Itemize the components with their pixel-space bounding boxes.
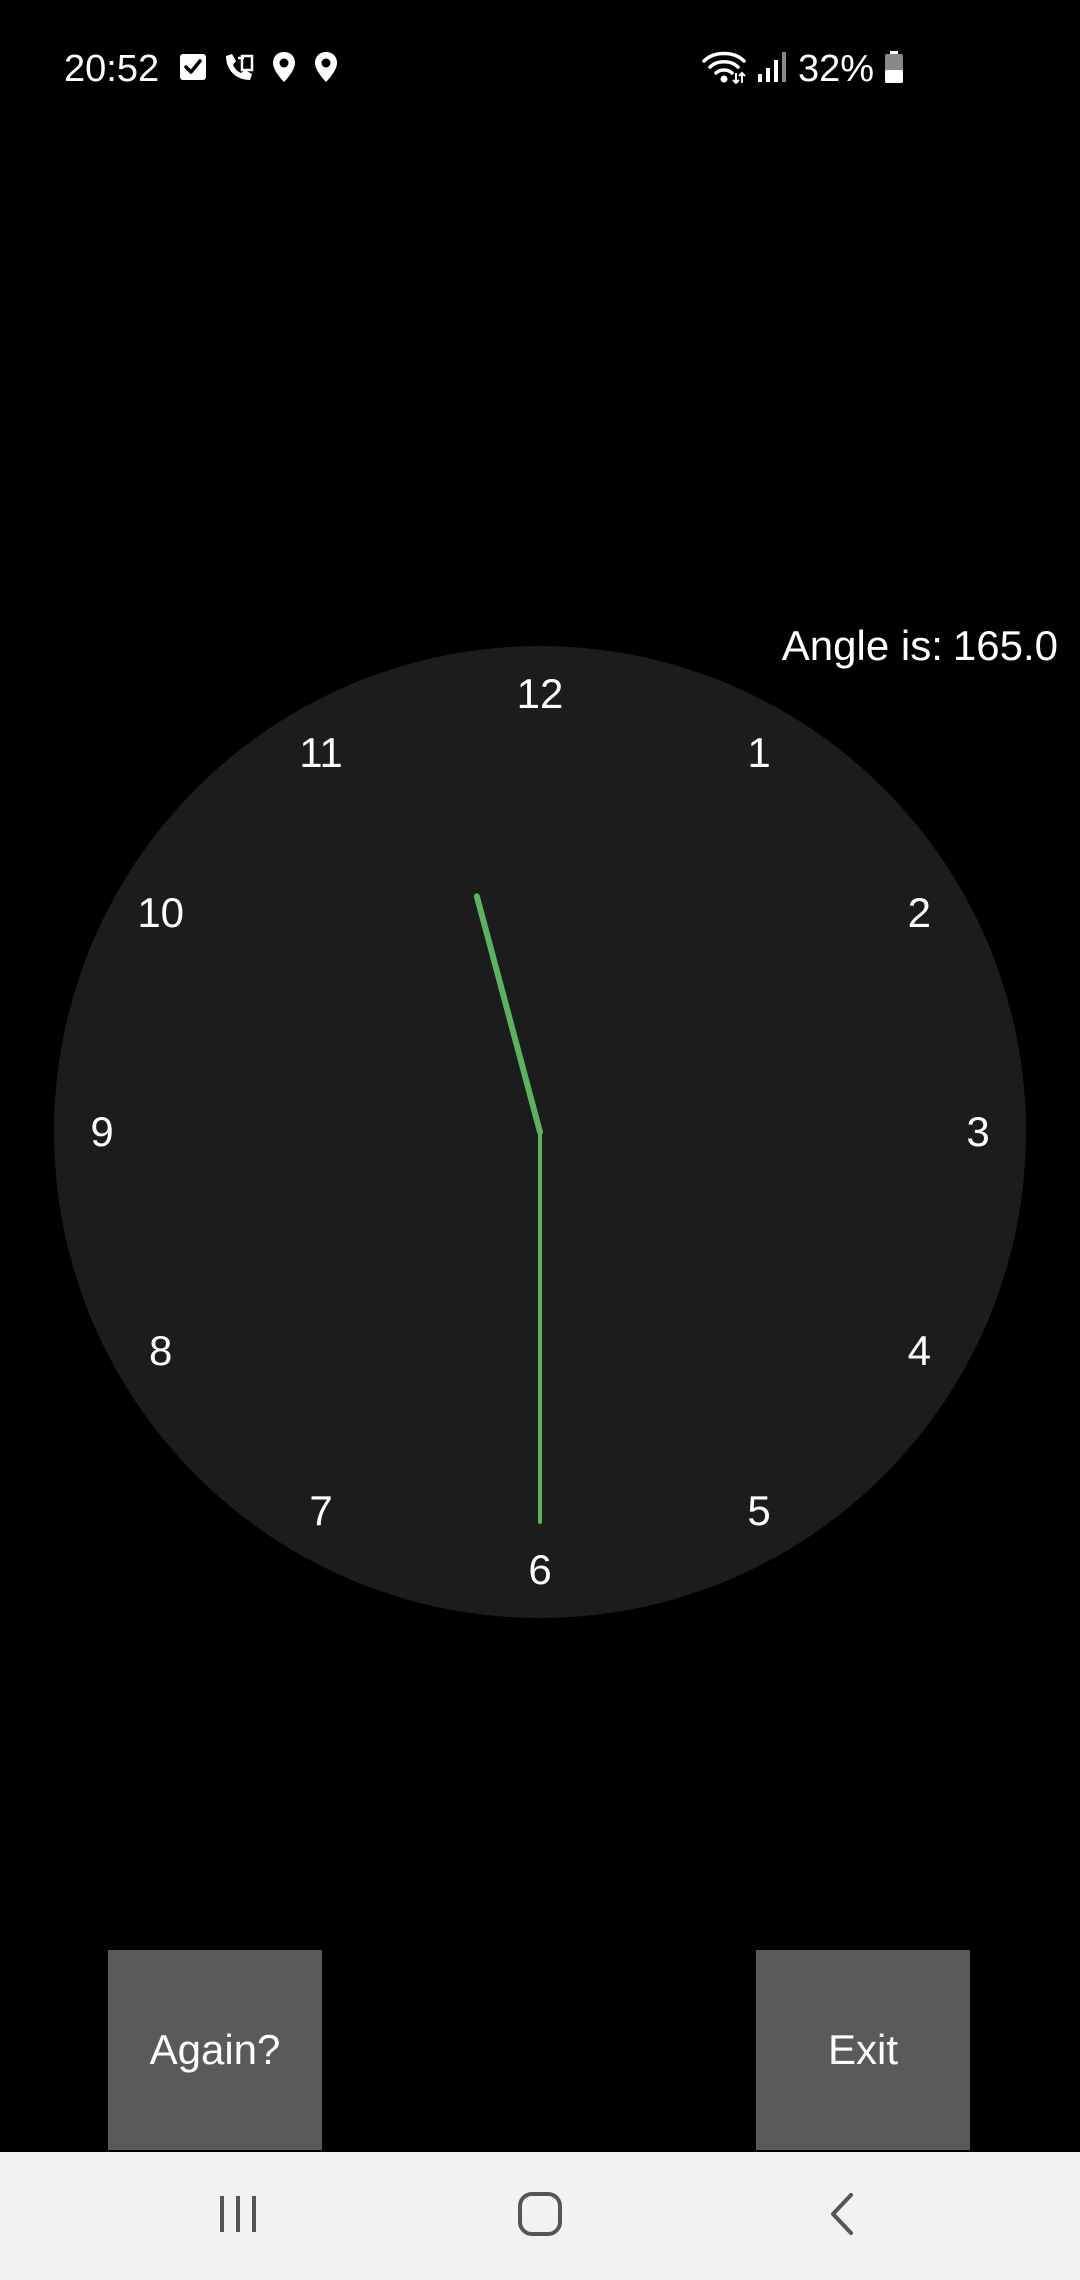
screen: 20:52 32% Angle is: 165.0 12 1 2 3 4 5 6… <box>0 0 1080 2280</box>
clock-number-11: 11 <box>299 728 343 776</box>
exit-button[interactable]: Exit <box>756 1950 970 2150</box>
again-button[interactable]: Again? <box>108 1950 322 2150</box>
home-button[interactable] <box>470 2152 610 2280</box>
home-icon <box>517 2191 563 2242</box>
clock-number-1: 1 <box>747 728 771 776</box>
clock-number-6: 6 <box>528 1546 552 1593</box>
clock-number-5: 5 <box>747 1487 771 1535</box>
back-icon <box>827 2191 857 2242</box>
clock-number-9: 9 <box>90 1108 114 1155</box>
clock-number-10: 10 <box>137 889 185 936</box>
navigation-bar <box>0 2152 1080 2280</box>
clock-number-7: 7 <box>309 1487 333 1535</box>
clock-face[interactable] <box>0 0 1080 2280</box>
recent-apps-button[interactable] <box>168 2152 308 2280</box>
hour-hand[interactable] <box>473 893 543 1135</box>
clock-number-3: 3 <box>966 1108 990 1155</box>
clock-number-2: 2 <box>907 889 931 936</box>
clock[interactable]: 12 1 2 3 4 5 6 7 8 9 10 11 <box>0 0 1080 2280</box>
back-button[interactable] <box>772 2152 912 2280</box>
recent-apps-icon <box>216 2194 260 2239</box>
clock-number-4: 4 <box>907 1327 931 1374</box>
clock-dial[interactable] <box>54 646 1026 1618</box>
clock-number-12: 12 <box>516 670 564 717</box>
clock-number-8: 8 <box>148 1327 173 1374</box>
